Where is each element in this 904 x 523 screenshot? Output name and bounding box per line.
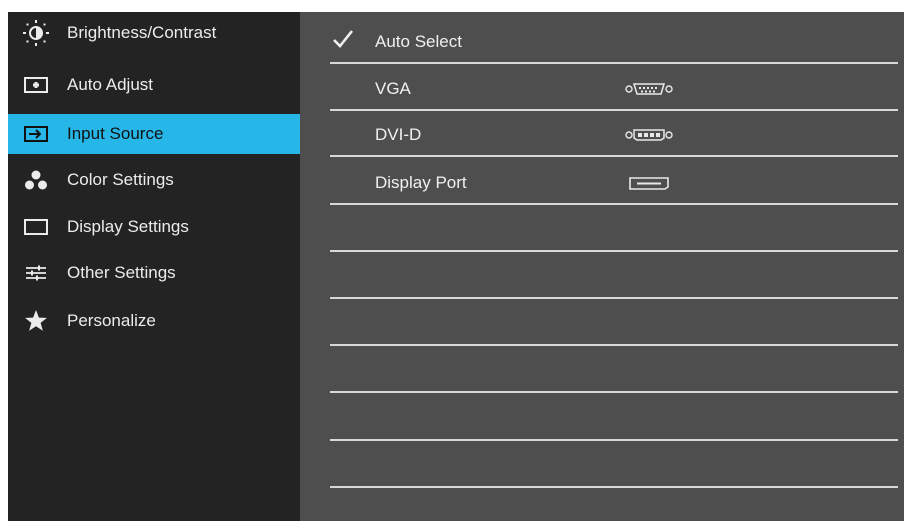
sliders-icon xyxy=(22,261,50,285)
option-dvi-d[interactable]: DVI-D xyxy=(300,112,904,158)
sun-icon xyxy=(22,20,50,46)
option-auto-select[interactable]: Auto Select xyxy=(300,19,904,65)
star-icon xyxy=(22,309,50,333)
monitor-osd-menu: Brightness/Contrast Auto Adjust Input So… xyxy=(8,12,904,521)
row-divider xyxy=(330,344,898,346)
input-source-panel: Auto Select VGA DVI-D Display Port xyxy=(300,12,904,521)
menu-item-label: Color Settings xyxy=(67,170,174,189)
menu-item-personalize[interactable]: Personalize xyxy=(8,300,300,342)
row-divider xyxy=(330,439,898,441)
option-label: Display Port xyxy=(375,173,467,192)
osd-main-menu: Brightness/Contrast Auto Adjust Input So… xyxy=(8,12,300,521)
row-divider xyxy=(330,486,898,488)
option-vga[interactable]: VGA xyxy=(300,66,904,112)
auto-adjust-icon xyxy=(22,73,50,97)
menu-item-brightness-contrast[interactable]: Brightness/Contrast xyxy=(8,12,300,54)
menu-item-label: Input Source xyxy=(67,124,164,143)
row-divider xyxy=(330,250,898,252)
menu-item-label: Personalize xyxy=(67,311,156,330)
menu-item-label: Auto Adjust xyxy=(67,75,154,94)
row-divider xyxy=(330,391,898,393)
row-divider xyxy=(330,297,898,299)
menu-item-input-source[interactable]: Input Source xyxy=(8,114,300,154)
display-rectangle-icon xyxy=(22,215,50,239)
option-label: Auto Select xyxy=(375,32,462,51)
row-divider xyxy=(330,203,898,205)
option-label: VGA xyxy=(375,79,411,98)
menu-item-label: Display Settings xyxy=(67,217,189,236)
option-label: DVI-D xyxy=(375,125,422,144)
row-divider xyxy=(330,109,898,111)
menu-item-other-settings[interactable]: Other Settings xyxy=(8,252,300,294)
row-divider xyxy=(330,62,898,64)
checkmark-icon xyxy=(332,29,354,54)
menu-item-display-settings[interactable]: Display Settings xyxy=(8,206,300,248)
menu-item-auto-adjust[interactable]: Auto Adjust xyxy=(8,64,300,106)
color-dots-icon xyxy=(22,168,50,192)
menu-item-label: Brightness/Contrast xyxy=(67,23,217,42)
menu-item-color-settings[interactable]: Color Settings xyxy=(8,159,300,201)
displayport-icon xyxy=(624,175,674,196)
menu-item-label: Other Settings xyxy=(67,263,176,282)
input-source-icon xyxy=(22,122,50,146)
dvi-port-icon xyxy=(624,127,674,148)
row-divider xyxy=(330,155,898,157)
vga-port-icon xyxy=(624,81,674,102)
option-display-port[interactable]: Display Port xyxy=(300,160,904,206)
